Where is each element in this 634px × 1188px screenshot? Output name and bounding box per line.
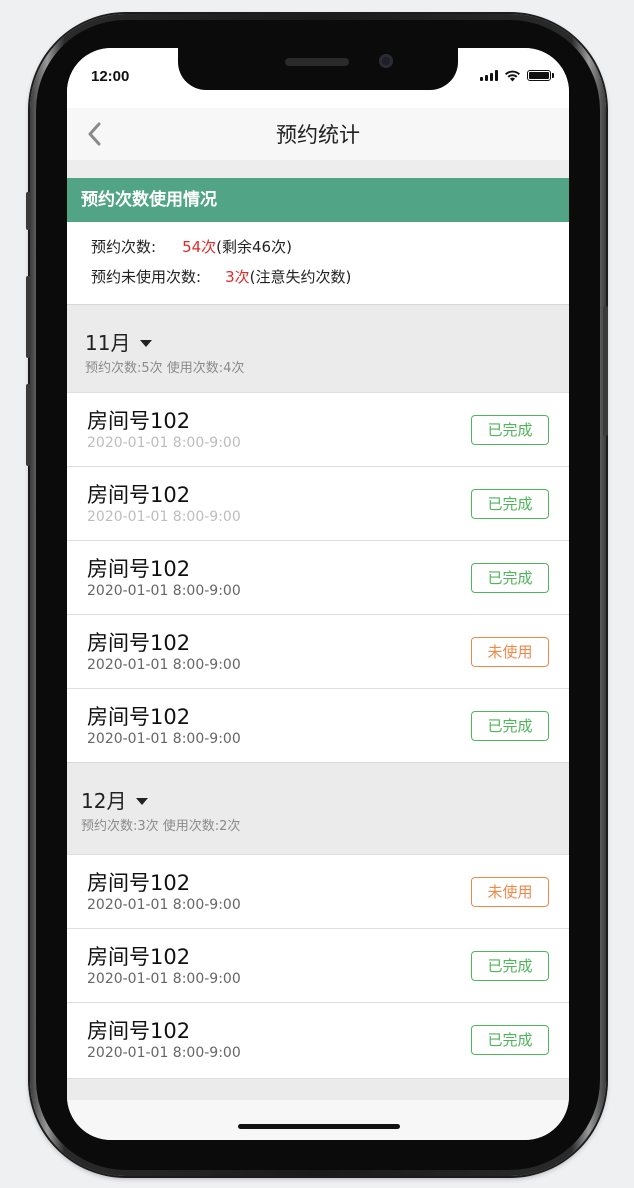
list-item[interactable]: 房间号102 2020-01-01 8:00-9:00 未使用 — [67, 854, 569, 928]
month-header-november[interactable]: 11月 预约次数:5次 使用次数:4次 — [67, 304, 569, 392]
volume-up-button — [26, 276, 31, 358]
list-item[interactable]: 房间号102 2020-01-01 8:00-9:00 已完成 — [67, 1002, 569, 1076]
navigation-bar: 预约统计 — [67, 108, 569, 160]
status-badge-completed: 已完成 — [471, 415, 549, 445]
room-number: 房间号102 — [87, 1019, 191, 1043]
booked-note: (剩余46次) — [216, 238, 292, 256]
room-number: 房间号102 — [87, 557, 191, 581]
list-item[interactable]: 房间号102 2020-01-01 8:00-9:00 已完成 — [67, 392, 569, 466]
wifi-icon — [505, 70, 520, 81]
status-badge-completed: 已完成 — [471, 489, 549, 519]
status-icons — [480, 68, 554, 82]
caret-down-icon — [136, 797, 149, 805]
section-spacer — [67, 160, 569, 178]
time-slot: 2020-01-01 8:00-9:00 — [87, 657, 241, 673]
status-badge-unused: 未使用 — [471, 637, 549, 667]
status-badge-completed: 已完成 — [471, 1025, 549, 1055]
list-item[interactable]: 房间号102 2020-01-01 8:00-9:00 已完成 — [67, 928, 569, 1002]
month-dropdown[interactable]: 11月 — [85, 327, 153, 356]
caret-down-icon — [140, 339, 153, 347]
status-time: 12:00 — [91, 68, 130, 85]
summary-panel: 预约次数: 54次(剩余46次) 预约未使用次数: 3次(注意失约次数) — [67, 222, 569, 304]
time-slot: 2020-01-01 8:00-9:00 — [87, 509, 241, 525]
room-number: 房间号102 — [87, 631, 191, 655]
booked-label: 预约次数: — [91, 238, 157, 256]
unused-label: 预约未使用次数: — [91, 268, 202, 286]
room-number: 房间号102 — [87, 705, 191, 729]
status-badge-completed: 已完成 — [471, 563, 549, 593]
list-item[interactable]: 房间号102 2020-01-01 8:00-9:00 已完成 — [67, 466, 569, 540]
list-item[interactable]: 房间号102 2020-01-01 8:00-9:00 未使用 — [67, 614, 569, 688]
month-title: 11月 — [85, 331, 131, 355]
mute-switch — [26, 192, 31, 230]
time-slot: 2020-01-01 8:00-9:00 — [87, 1045, 241, 1061]
power-button — [603, 306, 608, 436]
unused-note: (注意失约次数) — [249, 268, 352, 286]
list-item[interactable]: 房间号102 2020-01-01 8:00-9:00 已完成 — [67, 688, 569, 762]
month-stats: 预约次数:3次 使用次数:2次 — [81, 819, 241, 834]
list-item[interactable]: 房间号102 2020-01-01 8:00-9:00 已完成 — [67, 540, 569, 614]
booked-count-row: 预约次数: 54次(剩余46次) — [91, 236, 292, 257]
room-number: 房间号102 — [87, 871, 191, 895]
room-number: 房间号102 — [87, 483, 191, 507]
time-slot: 2020-01-01 8:00-9:00 — [87, 897, 241, 913]
home-area — [67, 1100, 569, 1140]
month-dropdown[interactable]: 12月 — [81, 785, 149, 814]
front-camera — [379, 54, 393, 68]
status-badge-completed: 已完成 — [471, 951, 549, 981]
app-screen: 12:00 预约统计 预约次数使用情况 预约次数: 54次(剩余46次) 预约未… — [67, 48, 569, 1140]
summary-header: 预约次数使用情况 — [67, 178, 569, 222]
status-badge-completed: 已完成 — [471, 711, 549, 741]
unused-count-row: 预约未使用次数: 3次(注意失约次数) — [91, 266, 351, 287]
room-number: 房间号102 — [87, 945, 191, 969]
status-badge-unused: 未使用 — [471, 877, 549, 907]
notch — [178, 48, 458, 90]
time-slot: 2020-01-01 8:00-9:00 — [87, 583, 241, 599]
room-number: 房间号102 — [87, 409, 191, 433]
cellular-signal-icon — [480, 69, 498, 81]
volume-down-button — [26, 384, 31, 466]
time-slot: 2020-01-01 8:00-9:00 — [87, 971, 241, 987]
unused-value: 3次 — [225, 268, 250, 286]
month-stats: 预约次数:5次 使用次数:4次 — [85, 361, 245, 376]
speaker-grille — [285, 58, 349, 66]
home-indicator[interactable] — [238, 1124, 400, 1129]
status-bar: 12:00 — [67, 48, 569, 106]
month-title: 12月 — [81, 789, 127, 813]
time-slot: 2020-01-01 8:00-9:00 — [87, 731, 241, 747]
booked-value: 54次 — [182, 238, 217, 256]
back-chevron-icon[interactable] — [81, 120, 109, 148]
month-header-december[interactable]: 12月 预约次数:3次 使用次数:2次 — [67, 762, 569, 854]
page-title: 预约统计 — [276, 123, 360, 147]
list-bottom-spacer — [67, 1078, 569, 1100]
battery-icon — [527, 69, 554, 81]
time-slot: 2020-01-01 8:00-9:00 — [87, 435, 241, 451]
